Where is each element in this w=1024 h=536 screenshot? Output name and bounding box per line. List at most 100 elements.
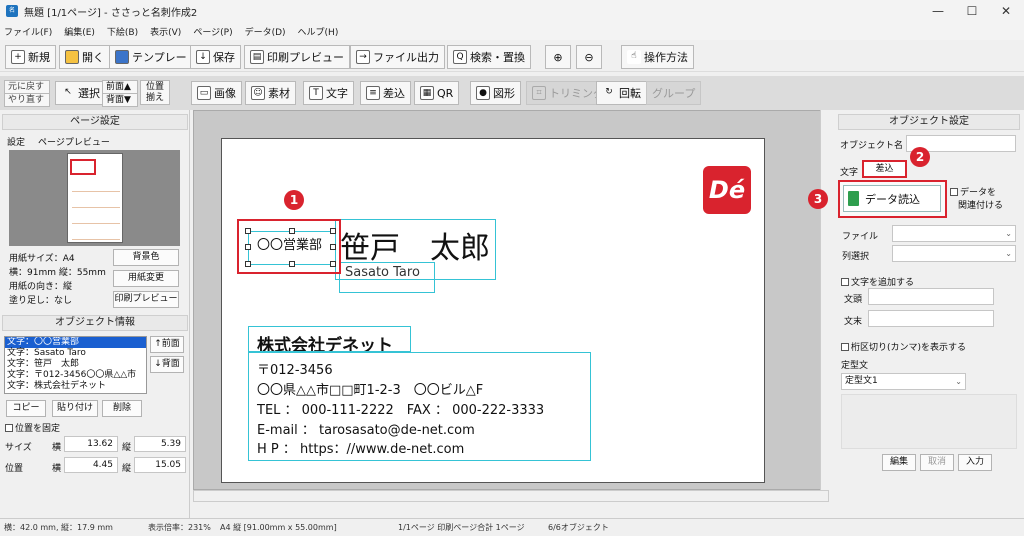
position-label: 位置 [5, 464, 24, 474]
zoom-level: 表示倍率：231% [148, 523, 211, 532]
add-text-label: 文字を追加する [851, 278, 915, 288]
zoom-out-button[interactable]: ⊖ [576, 45, 602, 69]
group-button[interactable]: グループ [646, 81, 702, 105]
callout-badge-3: 3 [808, 189, 828, 209]
cursor-icon: ↖ [64, 87, 72, 97]
object-info-header: オブジェクト情報 [2, 315, 188, 331]
text-button[interactable]: T 文字 [303, 81, 354, 105]
column-select[interactable]: ⌄ [892, 245, 1016, 262]
position-x-input[interactable]: 4.45 [64, 457, 118, 473]
resize-handle[interactable] [330, 261, 336, 267]
hand-pointer-icon: ☝ [627, 50, 641, 64]
object-list[interactable]: 文字：〇〇営業部 文字：Sasato Taro 文字：笹戸 太郎 文字：〒012… [4, 336, 147, 394]
file-select[interactable]: ⌄ [892, 225, 1016, 242]
tab-text[interactable]: 文字 [840, 165, 858, 178]
tab-page-preview[interactable]: ページプレビュー [38, 135, 110, 148]
load-data-button[interactable]: データ読込 [843, 185, 941, 212]
maximize-button[interactable]: ☐ [955, 0, 989, 22]
menu-help[interactable]: ヘルプ(H) [298, 25, 339, 38]
list-item[interactable]: 文字：Sasato Taro [5, 348, 146, 359]
search-replace-button[interactable]: Q 検索・置換 [447, 45, 531, 69]
shape-button[interactable]: ● 図形 [470, 81, 521, 105]
cancel-button[interactable]: 取消 [920, 454, 954, 471]
close-button[interactable]: ✕ [989, 0, 1023, 22]
print-preview-button[interactable]: ▤ 印刷プレビュー [244, 45, 350, 69]
menu-data[interactable]: データ(D) [245, 25, 286, 38]
bg-color-button[interactable]: 背景色 [113, 249, 179, 266]
resize-handle[interactable] [245, 228, 251, 234]
qr-button[interactable]: ▦ QR [414, 81, 460, 105]
menu-sketch[interactable]: 下絵(B) [107, 25, 138, 38]
horizontal-scrollbar[interactable] [193, 490, 829, 502]
menu-view[interactable]: 表示(V) [150, 25, 181, 38]
menu-file[interactable]: ファイル(F) [4, 25, 52, 38]
list-item[interactable]: 文字：〒012-3456〇〇県△△市 [5, 370, 146, 381]
suffix-input[interactable] [868, 310, 994, 327]
size-h-label: 縦 [122, 443, 132, 453]
paper-thumbnail [67, 153, 123, 243]
template-label: テンプレート [132, 51, 198, 64]
material-button[interactable]: ☺ 素材 [245, 81, 296, 105]
template-text-area[interactable] [841, 394, 1017, 449]
select-button[interactable]: ↖ 選択 [55, 81, 106, 105]
zoom-in-button[interactable]: ⊕ [545, 45, 571, 69]
paste-button[interactable]: 貼り付け [52, 400, 98, 417]
front-button[interactable]: ↑前面 [150, 336, 184, 353]
align-button-line2[interactable]: 揃え [140, 92, 170, 105]
list-item[interactable]: 文字：笹戸 太郎 [5, 359, 146, 370]
tab-merge[interactable]: 差込 [862, 160, 907, 178]
redo-button[interactable]: やり直す [4, 93, 50, 107]
object-name-label: オブジェクト名 [840, 141, 904, 151]
send-back-button[interactable]: 背面▼ [102, 93, 138, 107]
shape-label: 図形 [493, 87, 515, 100]
input-button[interactable]: 入力 [958, 454, 992, 471]
text-icon: T [309, 86, 323, 100]
qr-code-icon: ▦ [420, 86, 434, 100]
object-count: 6/6オブジェクト [548, 523, 609, 532]
image-button[interactable]: ▭ 画像 [191, 81, 242, 105]
save-button[interactable]: ↓ 保存 [190, 45, 241, 69]
paper-orientation: 用紙の向き：縦 [9, 282, 73, 292]
list-item[interactable]: 文字：〇〇営業部 [5, 337, 146, 348]
howto-label: 操作方法 [644, 51, 688, 64]
template-value: 定型文1 [845, 376, 878, 386]
tab-settings[interactable]: 設定 [7, 135, 25, 148]
new-button[interactable]: + 新規 [5, 45, 56, 69]
open-button[interactable]: 開く [59, 45, 110, 69]
size-width-input[interactable]: 13.62 [64, 436, 118, 452]
vertical-scrollbar[interactable] [820, 110, 832, 490]
link-data-checkbox[interactable]: データを [950, 185, 996, 198]
print-preview-button-left[interactable]: 印刷プレビュー [113, 291, 179, 308]
checkbox-icon [5, 424, 13, 432]
fix-position-checkbox[interactable]: 位置を固定 [5, 421, 60, 434]
resize-handle[interactable] [330, 228, 336, 234]
merge-document-icon: ≡ [366, 86, 380, 100]
size-height-input[interactable]: 5.39 [134, 436, 186, 452]
prefix-input[interactable] [868, 288, 994, 305]
file-output-button[interactable]: → ファイル出力 [350, 45, 445, 69]
edit-button[interactable]: 編集 [882, 454, 916, 471]
resize-handle[interactable] [289, 261, 295, 267]
menu-page[interactable]: ページ(P) [193, 25, 232, 38]
menu-edit[interactable]: 編集(E) [64, 25, 95, 38]
rotate-button[interactable]: ↻ 回転 [596, 81, 647, 105]
position-y-input[interactable]: 15.05 [134, 457, 186, 473]
list-item[interactable]: 文字：株式会社デネット [5, 381, 146, 392]
resize-handle[interactable] [245, 261, 251, 267]
template-select[interactable]: 定型文1 ⌄ [841, 373, 966, 390]
image-icon: ▭ [197, 86, 211, 100]
add-text-checkbox[interactable]: 文字を追加する [841, 275, 914, 288]
howto-button[interactable]: ☝ 操作方法 [621, 45, 694, 69]
bring-front-button[interactable]: 前面▲ [102, 80, 138, 94]
merge-button[interactable]: ≡ 差込 [360, 81, 411, 105]
show-comma-checkbox[interactable]: 桁区切り(カンマ)を表示する [841, 340, 966, 353]
resize-handle[interactable] [245, 244, 251, 250]
resize-handle[interactable] [330, 244, 336, 250]
back-button[interactable]: ↓背面 [150, 356, 184, 373]
copy-button[interactable]: コピー [6, 400, 46, 417]
minimize-button[interactable]: — [921, 0, 955, 22]
undo-button[interactable]: 元に戻す [4, 80, 50, 94]
resize-handle[interactable] [289, 228, 295, 234]
change-paper-button[interactable]: 用紙変更 [113, 270, 179, 287]
delete-button[interactable]: 削除 [102, 400, 142, 417]
